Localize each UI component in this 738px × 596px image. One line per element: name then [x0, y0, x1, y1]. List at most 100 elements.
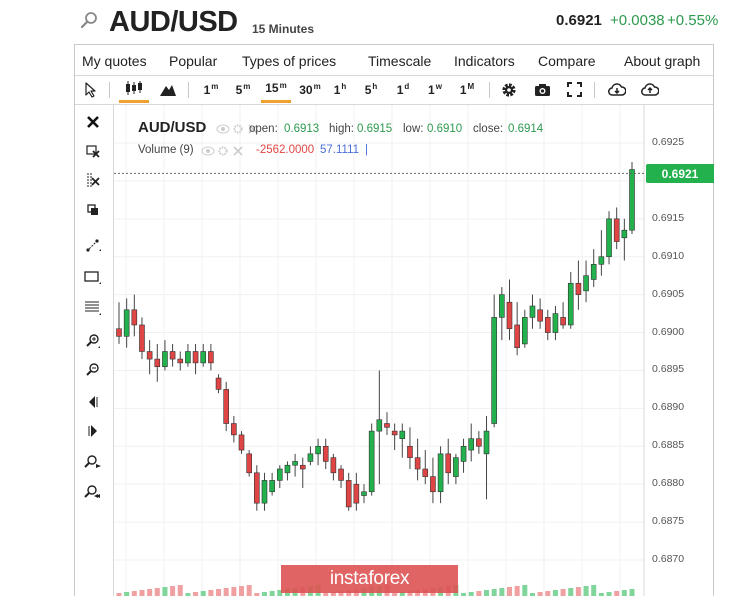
candle-body [422, 468, 429, 477]
candle-body [177, 358, 184, 364]
legend-high-value: 0.6915 [357, 123, 393, 135]
candle-body [430, 476, 436, 493]
candle-body [414, 457, 421, 470]
candle-body [169, 351, 176, 360]
menu-compare[interactable]: Compare [538, 53, 596, 69]
candle-body [315, 445, 321, 455]
volume-bar [568, 588, 574, 596]
candle-body [361, 491, 367, 496]
upload-icon[interactable] [640, 76, 660, 103]
candle-body [590, 264, 597, 280]
candle-body [215, 377, 222, 390]
candle-body [437, 453, 444, 493]
timeframe-5h[interactable]: 5h [360, 76, 382, 103]
volume-bar [162, 587, 168, 596]
legend-high-label: high: [329, 123, 354, 135]
erase-icon[interactable] [83, 141, 103, 161]
zoom-in-alt-icon[interactable] [83, 452, 103, 472]
timeframe-15m[interactable]: 15 m [261, 76, 291, 103]
header-symbol: AUD/USD [109, 6, 238, 38]
cursor-icon[interactable] [81, 76, 101, 103]
timeframe-5m[interactable]: 5m [231, 76, 255, 103]
scroll-left-icon[interactable] [83, 392, 103, 412]
fibonacci-icon[interactable] [83, 298, 103, 318]
volume-bar [537, 592, 543, 596]
volume-bar [506, 587, 512, 596]
volume-value-2: 57.1111 [320, 144, 360, 156]
volume-bar [200, 591, 206, 596]
candle-body [583, 275, 589, 292]
close-icon[interactable] [83, 112, 103, 132]
candle-body [131, 309, 138, 326]
timeframe-1m[interactable]: 1m [199, 76, 223, 103]
candle-body [139, 324, 145, 352]
candle-body [192, 351, 199, 364]
duplicate-icon[interactable] [83, 200, 103, 220]
zoom-in-icon[interactable] [83, 331, 103, 351]
candle-body [154, 358, 161, 367]
candle-body [468, 438, 475, 451]
timeframe-1h[interactable]: 1h [329, 76, 351, 103]
trendline-icon[interactable] [83, 235, 103, 255]
menu-timescale[interactable]: Timescale [368, 53, 431, 69]
download-icon[interactable] [607, 76, 627, 103]
timeframe-1w[interactable]: 1w [424, 76, 446, 103]
price-chart[interactable] [114, 105, 714, 596]
candle-body [544, 317, 551, 333]
menu-my-quotes[interactable]: My quotes [82, 53, 147, 69]
candle-body [499, 294, 505, 318]
scroll-right-icon[interactable] [83, 421, 103, 441]
menu-indicators[interactable]: Indicators [454, 53, 515, 69]
volume-bar [269, 591, 275, 596]
candle-body [399, 430, 406, 439]
candle-body [476, 438, 482, 447]
candle-body [231, 423, 237, 436]
volume-visibility-icon[interactable] [201, 146, 247, 156]
candles-icon[interactable] [119, 76, 149, 103]
volume-bar [629, 589, 635, 596]
volume-bar [170, 586, 176, 596]
y-tick-label: 0.6925 [652, 136, 685, 148]
timeframe-1d[interactable]: 1d [392, 76, 414, 103]
candle-body [338, 468, 344, 481]
mountain-icon[interactable] [157, 76, 179, 103]
erase-all-icon[interactable] [83, 170, 103, 190]
menu-types-of-prices[interactable]: Types of prices [242, 53, 336, 69]
volume-bar-glyph: | [365, 144, 368, 156]
candle-body [330, 457, 337, 474]
candle-body [123, 309, 130, 337]
volume-bar [193, 592, 199, 596]
menu-about-graph[interactable]: About graph [624, 53, 700, 69]
y-tick-label: 0.6915 [652, 211, 685, 224]
camera-icon[interactable] [531, 76, 553, 103]
volume-bar [476, 591, 482, 596]
volume-bar [246, 585, 252, 596]
drawing-tools-panel [75, 105, 114, 596]
candle-body [208, 351, 214, 364]
y-tick-label: 0.6905 [652, 287, 685, 300]
candle-body [621, 229, 628, 239]
volume-bar [177, 585, 183, 596]
menu-popular[interactable]: Popular [169, 53, 217, 69]
volume-value-1: -2562.0000 [256, 144, 315, 156]
candle-body [307, 453, 314, 462]
candle-body [491, 317, 497, 424]
rectangle-icon[interactable] [83, 267, 103, 287]
zoom-out-icon[interactable] [83, 360, 103, 380]
fullscreen-icon[interactable] [564, 76, 584, 103]
candle-body [483, 430, 490, 455]
timeframe-30m[interactable]: 30 m [295, 76, 325, 103]
header-price: 0.6921 [556, 12, 602, 29]
candle-body [453, 457, 459, 477]
candle-body [261, 480, 268, 504]
candle-body [185, 351, 191, 364]
timeframe-1M[interactable]: 1M [456, 76, 478, 103]
volume-bar [575, 587, 581, 596]
candle-body [269, 480, 275, 493]
legend-close-value: 0.6914 [508, 123, 544, 135]
volume-bar [231, 587, 237, 596]
gear-icon[interactable] [499, 76, 519, 103]
candle-body [529, 305, 536, 318]
zoom-out-alt-icon[interactable] [83, 482, 103, 502]
search-icon[interactable] [80, 11, 98, 29]
